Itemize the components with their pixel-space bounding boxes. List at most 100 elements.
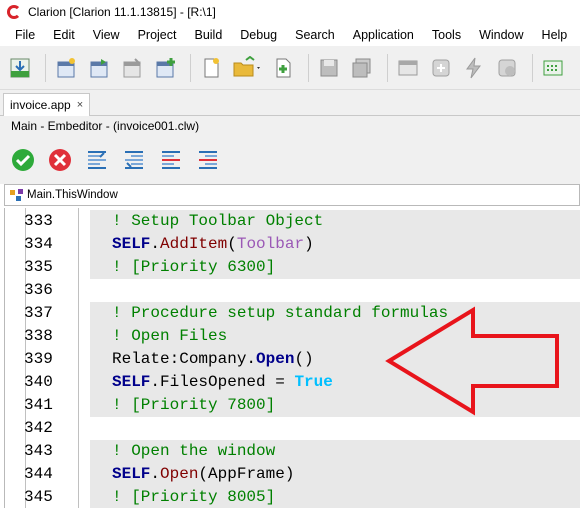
code-line[interactable]: 333 ! Setup Toolbar Object <box>5 210 580 233</box>
code-token: ! Open the window <box>112 442 276 460</box>
tab-invoice-app[interactable]: invoice.app × <box>3 93 91 116</box>
code-token: Toolbar <box>236 235 305 253</box>
code-token: = <box>265 373 295 391</box>
code-token: AppFrame <box>208 465 285 483</box>
code-token: Open <box>256 350 295 368</box>
tab-label: invoice.app <box>10 98 71 112</box>
close-app-icon[interactable] <box>118 54 146 82</box>
menu-file[interactable]: File <box>6 24 44 46</box>
code-token: ! Open Files <box>112 327 228 345</box>
toolbar-separator <box>532 53 533 82</box>
line-number: 334 <box>24 235 53 253</box>
code-line[interactable]: 345 ! [Priority 8005] <box>5 486 580 508</box>
code-token: Relate:Company <box>112 350 247 368</box>
line-number: 337 <box>24 304 53 322</box>
line-number: 336 <box>24 281 53 299</box>
line-number: 343 <box>24 442 53 460</box>
add-app-icon[interactable] <box>151 54 179 82</box>
code-token: ( <box>198 465 209 483</box>
add-file-icon[interactable] <box>269 54 297 82</box>
code-token: ! [Priority 7800] <box>112 396 276 414</box>
line-number: 341 <box>24 396 53 414</box>
new-file-icon[interactable] <box>197 54 225 82</box>
code-token: . <box>150 373 161 391</box>
code-token: True <box>294 373 333 391</box>
procedure-tree-icon <box>9 188 25 202</box>
menu-window[interactable]: Window <box>470 24 532 46</box>
code-text: SELF.AddItem(Toolbar) <box>90 233 580 256</box>
line-number: 345 <box>24 488 53 506</box>
code-text: ! Open the window <box>90 440 580 463</box>
procedure-breadcrumb[interactable]: Main.ThisWindow <box>4 184 580 206</box>
title-bar: Clarion [Clarion 11.1.13815] - [R:\1] <box>0 0 580 24</box>
embeditor-title: Main - Embeditor - (invoice001.clw) <box>0 116 580 136</box>
close-icon[interactable]: × <box>77 99 83 111</box>
menu-search[interactable]: Search <box>286 24 344 46</box>
window-icon[interactable] <box>394 54 422 82</box>
menu-edit[interactable]: Edit <box>44 24 84 46</box>
menu-bar: File Edit View Project Build Debug Searc… <box>0 24 580 46</box>
menu-help[interactable]: Help <box>533 24 577 46</box>
breadcrumb-label: Main.ThisWindow <box>27 189 118 201</box>
new-app-icon[interactable] <box>52 54 80 82</box>
make-icon[interactable] <box>460 54 488 82</box>
menu-view[interactable]: View <box>84 24 129 46</box>
line-number: 333 <box>24 212 53 230</box>
code-line[interactable]: 335 ! [Priority 6300] <box>5 256 580 279</box>
open-app-icon[interactable] <box>85 54 113 82</box>
code-token: SELF <box>112 465 151 483</box>
toolbar-separator <box>387 53 388 82</box>
window-title: Clarion [Clarion 11.1.13815] - [R:\1] <box>28 5 216 19</box>
save-icon[interactable] <box>315 54 343 82</box>
code-token: () <box>294 350 314 368</box>
line-number: 344 <box>24 465 53 483</box>
main-toolbar <box>0 46 580 90</box>
code-token: ! Setup Toolbar Object <box>112 212 324 230</box>
toolbar-separator <box>308 53 309 82</box>
code-token: ! [Priority 6300] <box>112 258 276 276</box>
ok-checkmark-icon[interactable] <box>10 147 36 173</box>
code-token: . <box>246 350 257 368</box>
code-line[interactable]: 336 <box>5 279 580 302</box>
toolbar-separator <box>45 53 46 82</box>
generate-icon[interactable] <box>427 54 455 82</box>
code-line[interactable]: 342 <box>5 417 580 440</box>
toolbar-separator <box>190 53 191 82</box>
run-icon[interactable] <box>493 54 521 82</box>
code-token: . <box>150 235 161 253</box>
cancel-x-icon[interactable] <box>47 147 73 173</box>
code-line[interactable]: 343 ! Open the window <box>5 440 580 463</box>
code-token: AddItem <box>160 235 228 253</box>
code-line[interactable]: 334 SELF.AddItem(Toolbar) <box>5 233 580 256</box>
menu-project[interactable]: Project <box>129 24 186 46</box>
next-embed-icon[interactable] <box>121 147 147 173</box>
next-filled-embed-icon[interactable] <box>195 147 221 173</box>
line-number: 339 <box>24 350 53 368</box>
clarion-logo-icon <box>6 4 22 20</box>
line-number: 338 <box>24 327 53 345</box>
code-token: . <box>150 465 161 483</box>
open-folder-icon[interactable] <box>230 54 264 82</box>
import-icon[interactable] <box>6 54 34 82</box>
code-token: ! [Priority 8005] <box>112 488 276 506</box>
menu-application[interactable]: Application <box>344 24 423 46</box>
code-token: SELF <box>112 373 151 391</box>
code-text: ! [Priority 8005] <box>90 486 580 508</box>
prev-filled-embed-icon[interactable] <box>158 147 184 173</box>
document-tabstrip: invoice.app × <box>0 90 580 116</box>
code-token: FilesOpened <box>160 373 266 391</box>
prev-embed-icon[interactable] <box>84 147 110 173</box>
code-text: ! Setup Toolbar Object <box>90 210 580 233</box>
menu-build[interactable]: Build <box>185 24 231 46</box>
embeditor-toolbar <box>0 136 580 184</box>
save-all-icon[interactable] <box>348 54 376 82</box>
menu-debug[interactable]: Debug <box>231 24 286 46</box>
menu-tools[interactable]: Tools <box>423 24 470 46</box>
embeds-icon[interactable] <box>539 54 567 82</box>
code-token: ( <box>227 235 237 253</box>
code-line[interactable]: 344 SELF.Open(AppFrame) <box>5 463 580 486</box>
line-number: 335 <box>24 258 53 276</box>
code-token: ) <box>304 235 314 253</box>
